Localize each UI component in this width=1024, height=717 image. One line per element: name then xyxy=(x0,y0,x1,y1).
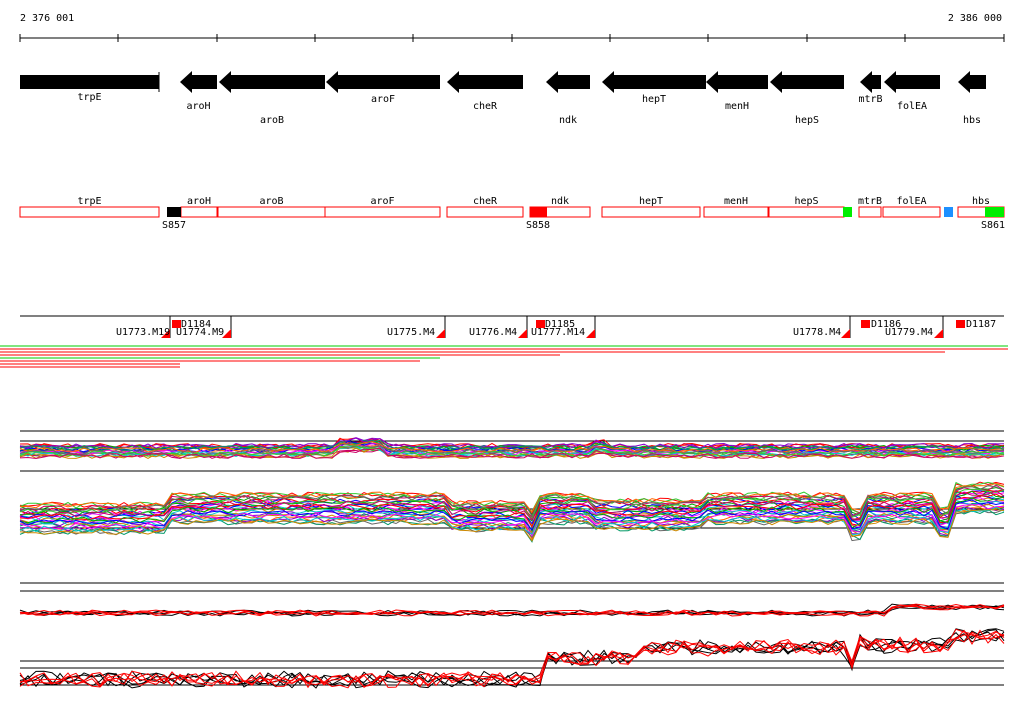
gene-arrow-cheR xyxy=(447,71,523,93)
gene-label-cheR: cheR xyxy=(473,101,498,112)
expression-profile-panel xyxy=(19,430,1005,543)
site-marker xyxy=(944,207,953,217)
gene-box-menH xyxy=(703,206,769,218)
feature-track: D1184U1773.M19 U1774.M9 U1775.M4 U1776.M4D1… xyxy=(20,315,1004,338)
feature-triangle xyxy=(934,329,943,338)
feature-label: U1776.M4 xyxy=(469,327,517,338)
tracks-canvas: trpE aroH aroB aroF cheR ndk hepT menH hepS mtrB f… xyxy=(0,34,1008,689)
gene-box-hepT xyxy=(601,206,701,218)
gene-box-mtrB xyxy=(858,206,882,218)
feature-triangle xyxy=(586,329,595,338)
ruler-end-label: 2 386 000 xyxy=(947,13,1002,24)
site-marker xyxy=(985,207,1004,217)
gene-box-label-hepT: hepT xyxy=(639,196,663,207)
gene-box-aroB xyxy=(217,206,326,218)
gene-arrow-aroB xyxy=(219,71,325,93)
gene-label-trpE: trpE xyxy=(77,92,101,103)
gene-arrow-aroF xyxy=(326,71,440,93)
gene-label-ndk: ndk xyxy=(559,115,577,126)
genome-browser-view: 2 376 001 2 386 000 trpE aroH aroB aroF cheR… xyxy=(0,0,1024,714)
gene-box-hepS xyxy=(768,206,845,218)
site-marker xyxy=(843,207,852,217)
gene-box-label-hbs: hbs xyxy=(972,196,990,207)
gene-label-aroH: aroH xyxy=(186,101,210,112)
gene-arrow-hepT xyxy=(602,71,706,93)
gene-label-hepS: hepS xyxy=(795,115,819,126)
site-marker xyxy=(530,207,547,217)
ruler xyxy=(19,34,1005,42)
gene-arrow-folEA xyxy=(884,71,940,93)
site-label: S857 xyxy=(162,220,186,231)
gene-box-label-aroB: aroB xyxy=(259,196,283,207)
gene-box-label-hepS: hepS xyxy=(794,196,818,207)
feature-label: U1778.M4 xyxy=(793,327,841,338)
gene-box-label-aroF: aroF xyxy=(370,196,394,207)
gene-arrow-ndk xyxy=(546,71,590,93)
gene-arrow-trpE xyxy=(20,75,159,89)
gene-box-aroH xyxy=(180,206,218,218)
feature-triangle xyxy=(436,329,445,338)
gene-box-label-cheR: cheR xyxy=(473,196,498,207)
gene-arrow-menH xyxy=(706,71,768,93)
gene-box-label-aroH: aroH xyxy=(187,196,211,207)
site-label: S858 xyxy=(526,220,550,231)
feature-label: D1187 xyxy=(966,319,996,330)
gene-label-aroF: aroF xyxy=(371,94,395,105)
gene-arrow-hepS xyxy=(770,71,844,93)
gene-box-track: trpE aroH aroB aroF cheR ndk hepT menH hepS mtrB f… xyxy=(19,196,1005,231)
gene-arrow-aroH xyxy=(180,71,217,93)
gene-box-label-trpE: trpE xyxy=(77,196,101,207)
gene-label-hepT: hepT xyxy=(642,94,666,105)
gene-box-aroF xyxy=(324,206,441,218)
gene-box-label-folEA: folEA xyxy=(896,196,926,207)
feature-marker xyxy=(861,320,870,328)
gene-label-hbs: hbs xyxy=(963,115,981,126)
feature-label: U1777.M14 xyxy=(531,327,585,338)
site-label: S861 xyxy=(981,220,1005,231)
gene-label-menH: menH xyxy=(725,101,749,112)
gene-box-label-mtrB: mtrB xyxy=(858,196,882,207)
gene-box-folEA xyxy=(882,206,941,218)
site-marker xyxy=(167,207,181,217)
gene-arrow-mtrB xyxy=(860,71,881,93)
red-black-profile-panel xyxy=(19,582,1005,689)
gene-box-label-menH: menH xyxy=(724,196,748,207)
feature-label: U1774.M9 xyxy=(176,327,224,338)
gene-arrow-hbs xyxy=(958,71,986,93)
gene-box-cheR xyxy=(446,206,524,218)
feature-label: U1775.M4 xyxy=(387,327,435,338)
feature-label: U1773.M19 xyxy=(116,327,170,338)
feature-label: U1779.M4 xyxy=(885,327,933,338)
feature-marker xyxy=(956,320,965,328)
gene-box-label-ndk: ndk xyxy=(551,196,569,207)
gene-label-mtrB: mtrB xyxy=(858,94,882,105)
coverage-lines xyxy=(0,345,1008,368)
gene-label-folEA: folEA xyxy=(897,101,927,112)
gene-label-aroB: aroB xyxy=(260,115,284,126)
gene-box-trpE xyxy=(19,206,160,218)
ruler-start-label: 2 376 001 xyxy=(20,13,75,24)
gene-arrow-track: trpE aroH aroB aroF cheR ndk hepT menH hepS mtrB f… xyxy=(20,71,986,126)
feature-triangle xyxy=(518,329,527,338)
feature-triangle xyxy=(841,329,850,338)
